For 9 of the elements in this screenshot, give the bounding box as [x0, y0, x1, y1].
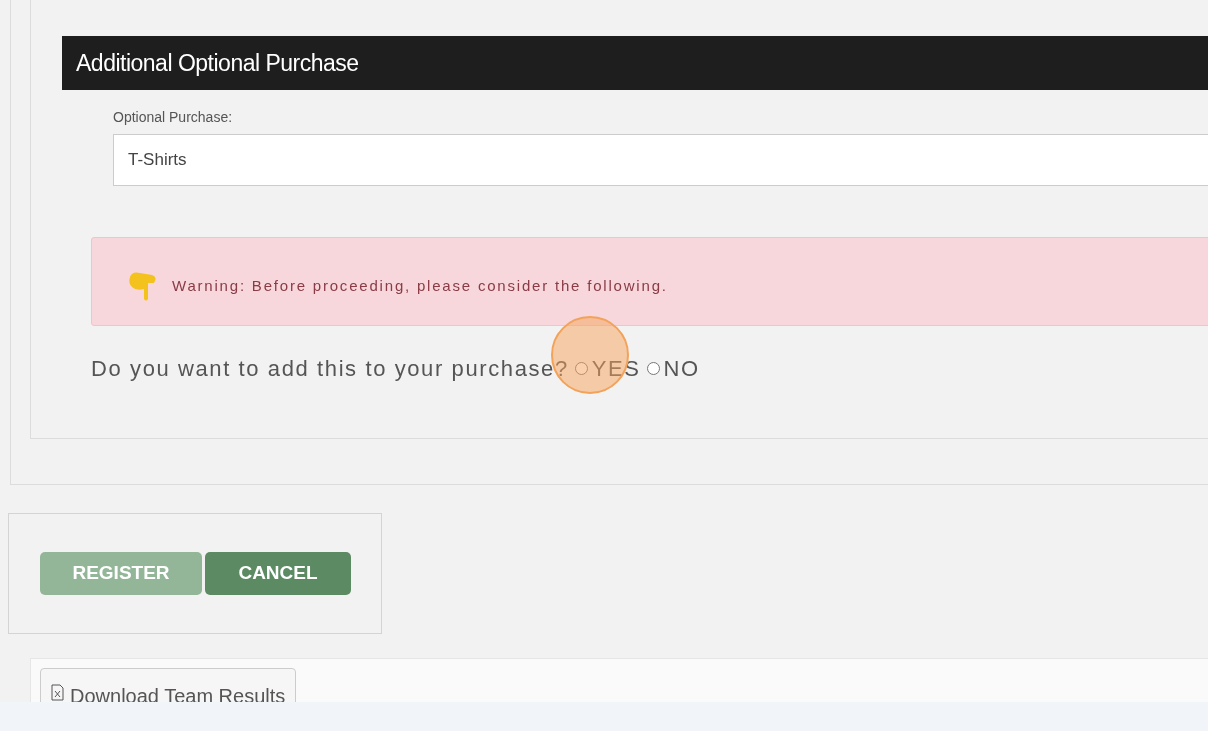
- spreadsheet-file-icon: [51, 684, 64, 701]
- radio-button[interactable]: [574, 362, 588, 375]
- cancel-button[interactable]: CANCEL: [205, 552, 351, 595]
- warning-text: Warning: Before proceeding, please consider the following.: [172, 276, 668, 297]
- field-label: Optional Purchase:: [113, 108, 234, 127]
- section-header: Additional Optional Purchase: [62, 36, 1208, 90]
- radio-option[interactable]: NO: [646, 352, 700, 385]
- radio-button[interactable]: [646, 362, 660, 375]
- input-field[interactable]: T-Shirts: [113, 134, 1208, 186]
